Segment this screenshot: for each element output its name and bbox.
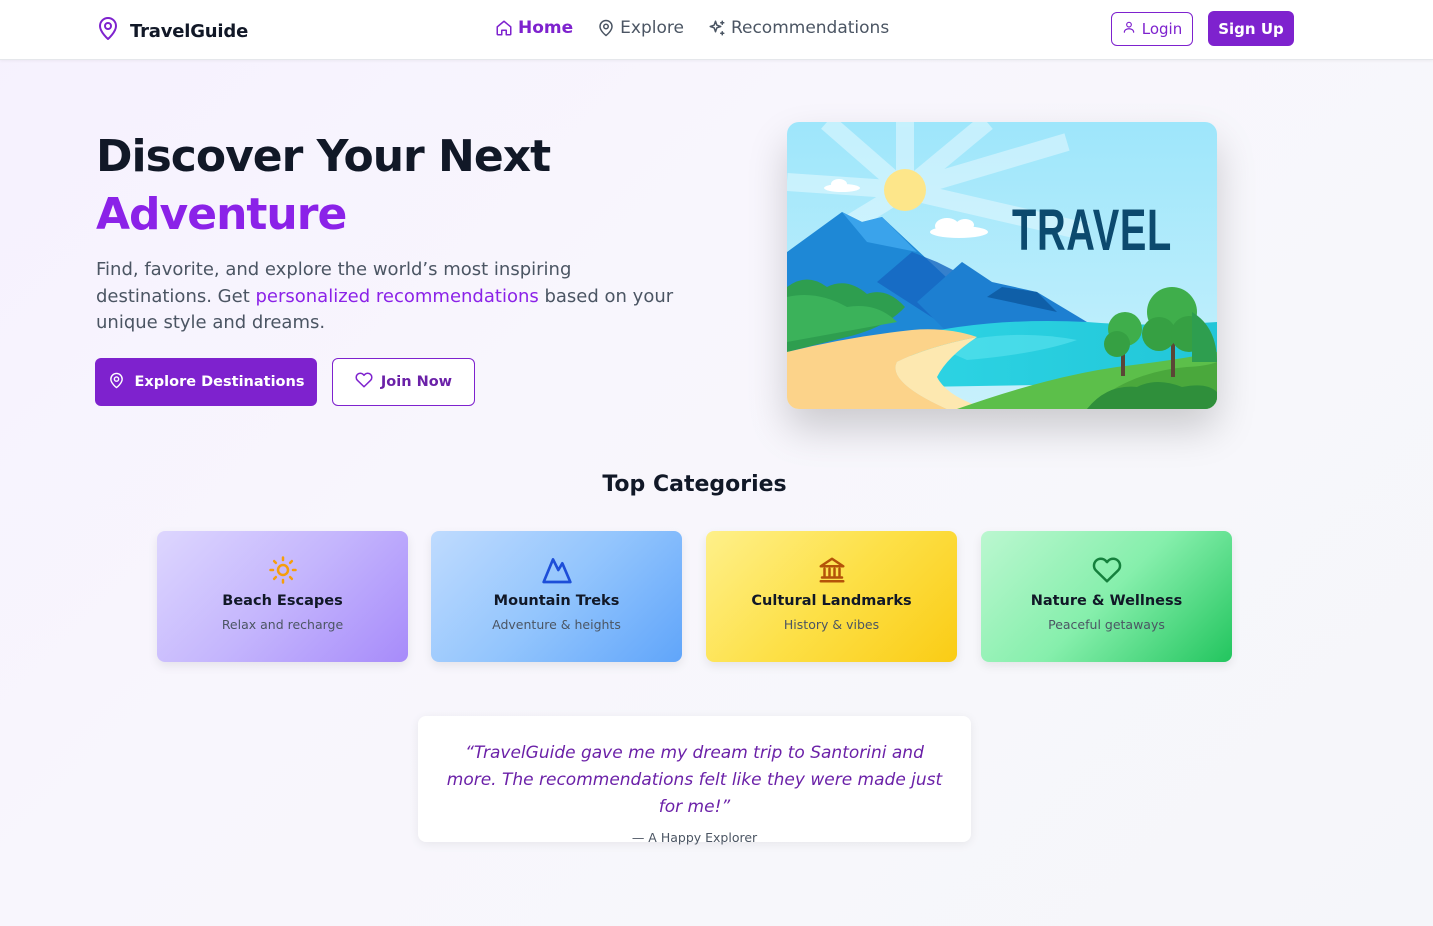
category-subtitle: Peaceful getaways <box>1048 617 1165 632</box>
category-subtitle: History & vibes <box>783 617 880 632</box>
top-categories-title: Top Categories <box>602 472 787 497</box>
signup-button[interactable]: Sign Up <box>1208 11 1294 46</box>
hero-title-accent: Adventure <box>96 189 347 240</box>
hero-title: Discover Your Next Adventure <box>96 128 551 244</box>
category-card-nature[interactable]: Nature & Wellness Peaceful getaways <box>981 531 1232 662</box>
hero-title-line1: Discover Your Next <box>96 131 551 182</box>
map-pin-logo-icon <box>96 16 120 46</box>
top-navbar: TravelGuide Home Explore Recommendations… <box>0 0 1433 60</box>
travel-lettering: TRAVEL <box>1012 198 1172 263</box>
testimonial-quote: “TravelGuide gave me my dream trip to Sa… <box>446 743 943 817</box>
testimonial-card: “TravelGuide gave me my dream trip to Sa… <box>418 716 971 845</box>
mountain-icon <box>541 554 573 586</box>
brand-logo[interactable]: TravelGuide <box>96 16 248 46</box>
login-button-label: Login <box>1141 20 1183 38</box>
brand-name: TravelGuide <box>130 20 249 42</box>
travel-illustration: TRAVEL <box>787 122 1217 409</box>
join-now-button[interactable]: Join Now <box>332 358 475 406</box>
category-card-beach[interactable]: Beach Escapes Relax and recharge <box>157 531 408 662</box>
nav-link-recommendations-label: Recommendations <box>730 18 890 38</box>
category-card-cultural[interactable]: Cultural Landmarks History & vibes <box>706 531 957 662</box>
category-name: Nature & Wellness <box>1030 593 1183 609</box>
nav-link-explore[interactable]: Explore <box>597 18 684 38</box>
heart-icon <box>355 371 373 393</box>
category-name: Beach Escapes <box>222 593 343 609</box>
map-pin-icon <box>597 19 615 37</box>
category-name: Cultural Landmarks <box>751 593 912 609</box>
join-now-label: Join Now <box>380 374 453 390</box>
category-card-mountain[interactable]: Mountain Treks Adventure & heights <box>431 531 682 662</box>
login-button[interactable]: Login <box>1111 12 1193 46</box>
sun-icon <box>268 554 298 586</box>
nav-link-explore-label: Explore <box>620 18 684 38</box>
map-pin-icon <box>108 372 125 393</box>
explore-destinations-label: Explore Destinations <box>134 374 305 390</box>
nav-link-home[interactable]: Home <box>495 18 573 38</box>
heart-icon <box>1092 554 1122 586</box>
main-nav: Home Explore Recommendations <box>495 18 889 38</box>
hero-description: Find, favorite, and explore the world’s … <box>96 257 686 337</box>
testimonial-author: — A Happy Explorer <box>631 830 758 845</box>
explore-destinations-button[interactable]: Explore Destinations <box>95 358 317 406</box>
landmark-icon <box>817 554 847 586</box>
category-subtitle: Relax and recharge <box>221 617 344 632</box>
category-subtitle: Adventure & heights <box>492 617 621 632</box>
nav-link-recommendations[interactable]: Recommendations <box>708 18 889 38</box>
home-icon <box>495 19 513 37</box>
user-icon <box>1122 20 1136 38</box>
hero-desc-highlight: personalized recommendations <box>255 285 539 307</box>
nav-link-home-label: Home <box>518 18 574 38</box>
sparkles-icon <box>708 19 726 37</box>
category-name: Mountain Treks <box>493 593 620 609</box>
